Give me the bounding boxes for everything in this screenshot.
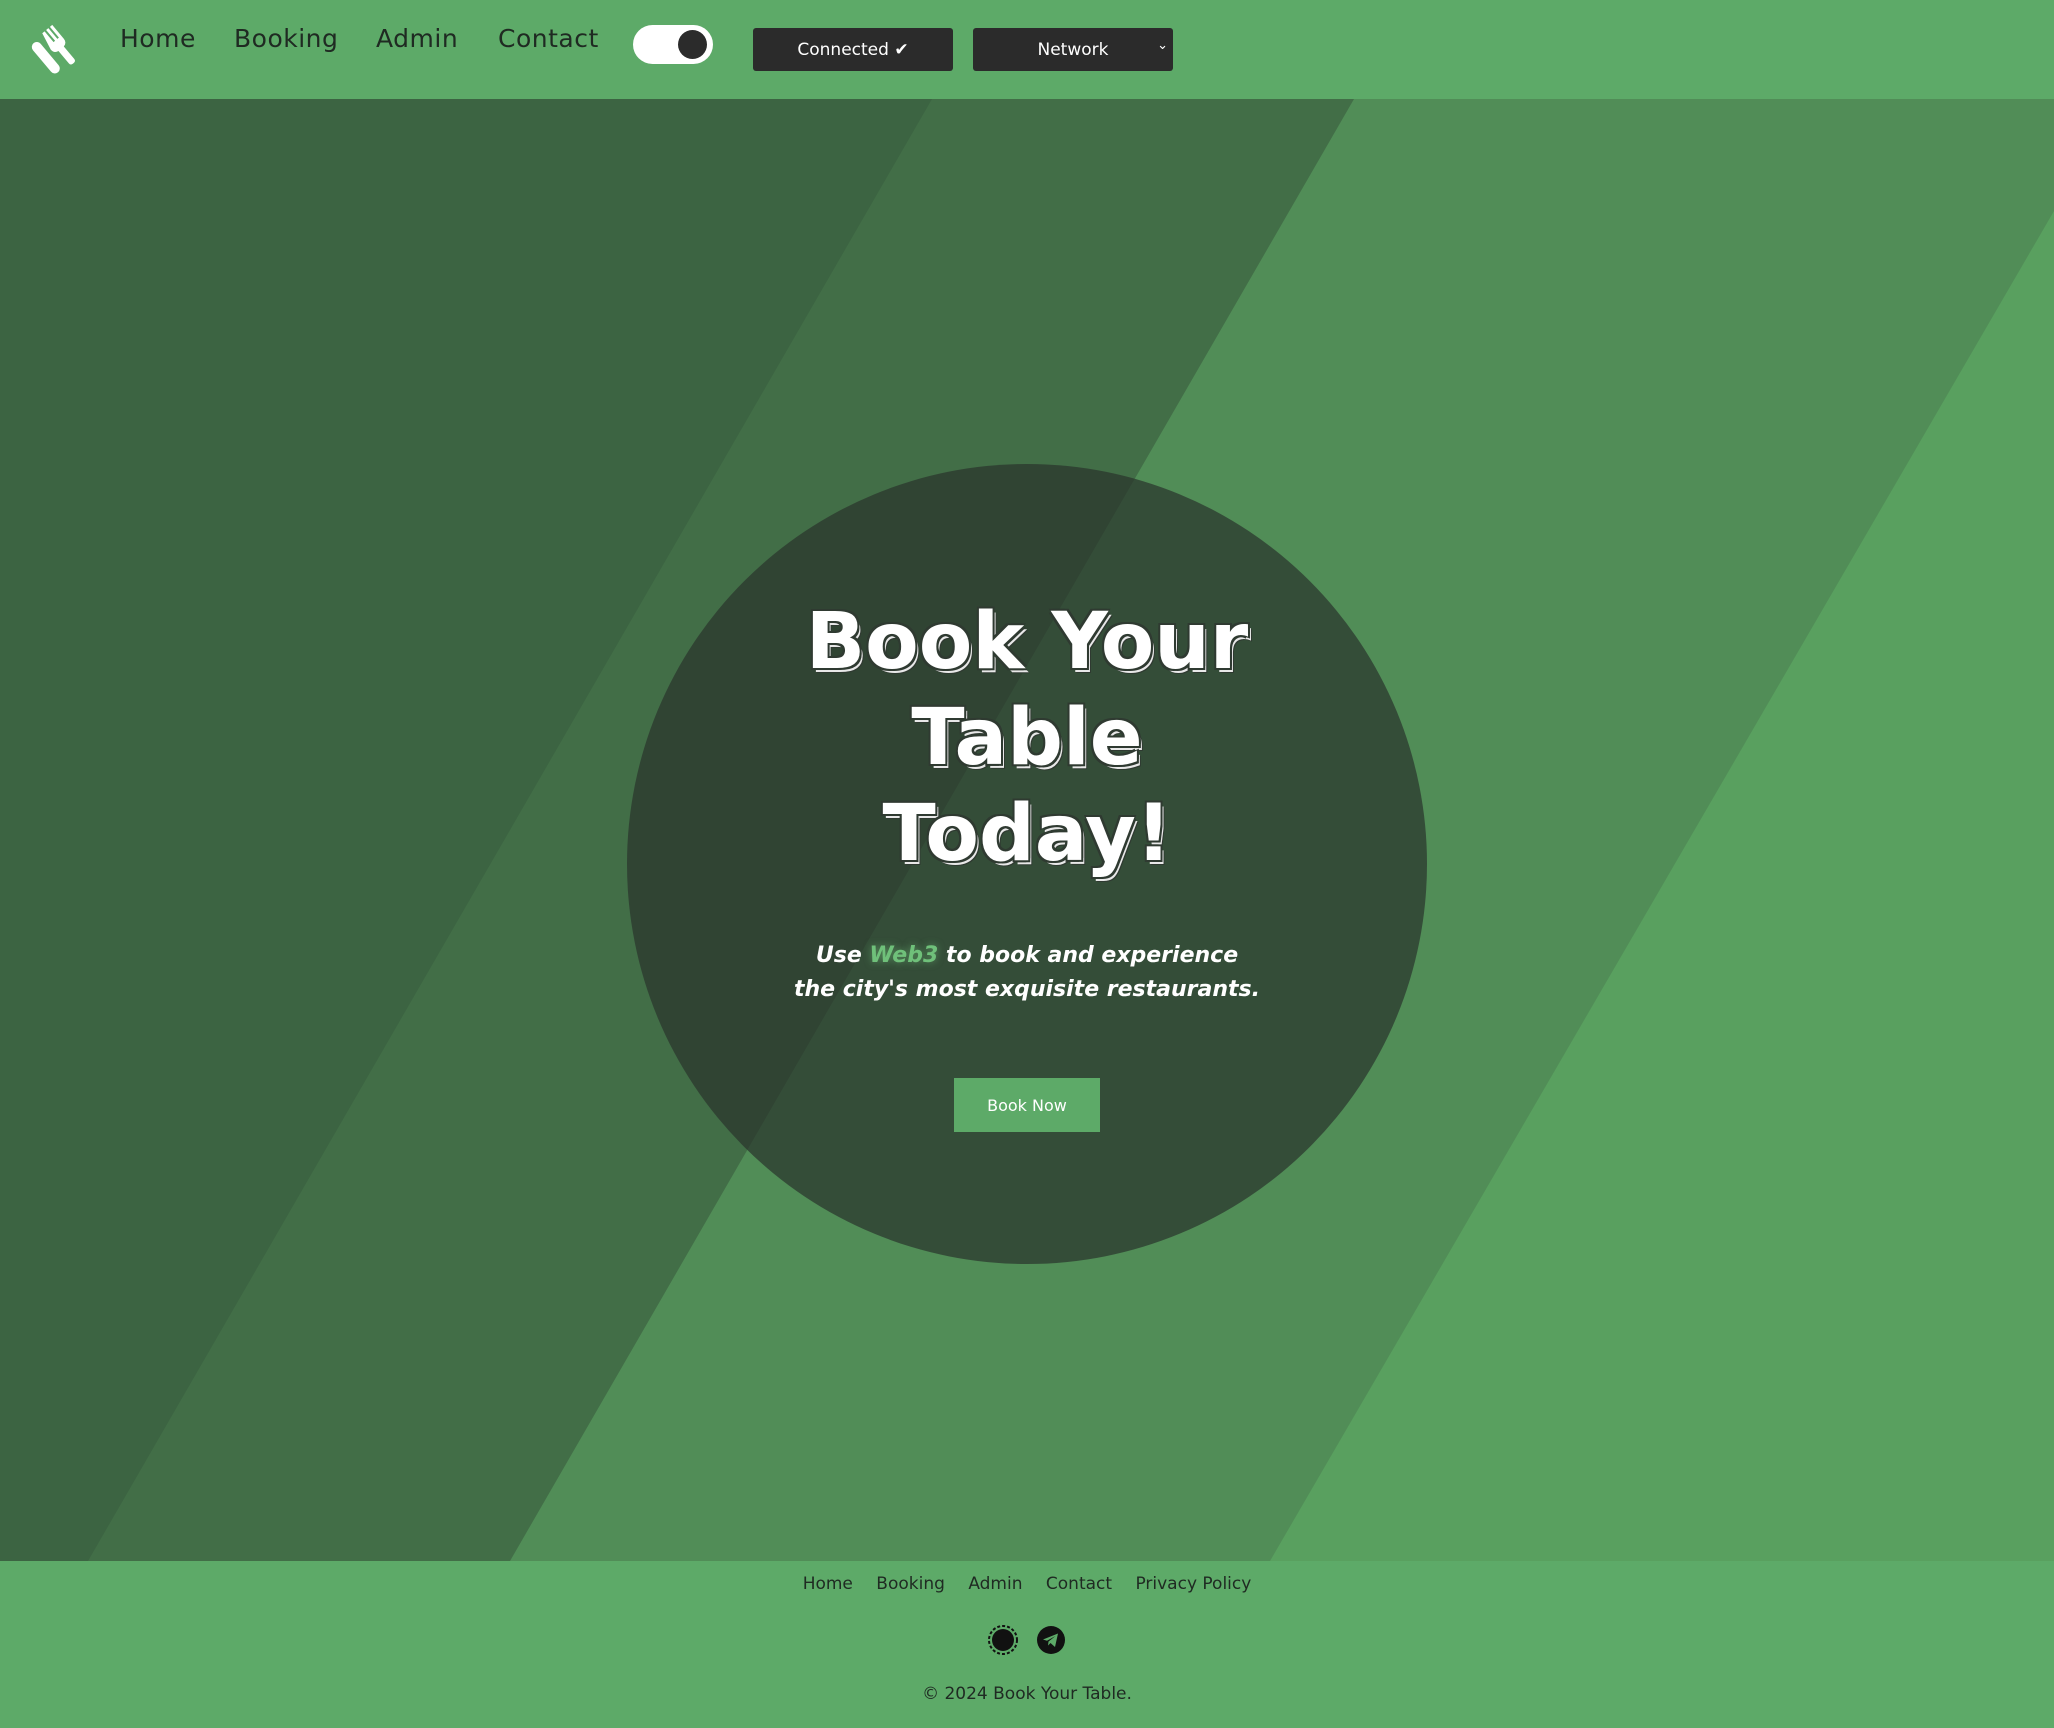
network-select[interactable]: Network ⌄: [973, 28, 1173, 71]
toggle-knob: [678, 30, 707, 59]
hero-section: Book Your Table Today! Use Web3 to book …: [0, 99, 2054, 1561]
hero-title: Book Your Table Today!: [627, 594, 1427, 882]
hero-subtitle: Use Web3 to book and experience the city…: [627, 939, 1427, 1007]
copyright: © 2024 Book Your Table.: [922, 1684, 1132, 1704]
fork-knife-icon[interactable]: [28, 23, 82, 77]
nav-booking[interactable]: Booking: [234, 24, 338, 53]
footer-link-home[interactable]: Home: [803, 1574, 853, 1594]
telegram-icon[interactable]: [1036, 1625, 1066, 1655]
book-now-label: Book Now: [987, 1095, 1067, 1115]
subtitle-rest: to book and experience: [938, 943, 1239, 968]
nav-admin[interactable]: Admin: [376, 24, 458, 53]
book-now-button[interactable]: Book Now: [954, 1078, 1100, 1132]
hero-title-line-2: Table: [911, 693, 1143, 783]
footer: Home Booking Admin Contact Privacy Polic…: [0, 1561, 2054, 1728]
chevron-down-icon: ⌄: [1157, 38, 1168, 53]
connected-label: Connected ✔: [797, 39, 909, 60]
nav-home[interactable]: Home: [120, 24, 196, 53]
footer-link-admin[interactable]: Admin: [968, 1574, 1022, 1594]
footer-link-privacy[interactable]: Privacy Policy: [1135, 1574, 1251, 1594]
theme-toggle[interactable]: [633, 25, 713, 64]
network-label: Network: [1037, 39, 1109, 60]
hero-subtitle-line-1: Use Web3 to book and experience: [627, 939, 1427, 973]
hero-title-line-1: Book Your: [805, 597, 1249, 687]
footer-link-contact[interactable]: Contact: [1046, 1574, 1112, 1594]
footer-links: Home Booking Admin Contact Privacy Polic…: [0, 1574, 2054, 1594]
signal-icon[interactable]: [988, 1625, 1018, 1655]
nav-contact[interactable]: Contact: [498, 24, 599, 53]
hero-subtitle-line-2: the city's most exquisite restaurants.: [793, 977, 1260, 1002]
wallet-connected-button[interactable]: Connected ✔: [753, 28, 953, 71]
web3-accent: Web3: [869, 943, 939, 968]
navbar: Home Booking Admin Contact Connected ✔ N…: [0, 0, 2054, 99]
subtitle-prefix: Use: [815, 943, 870, 968]
hero-title-line-3: Today!: [882, 789, 1172, 879]
footer-link-booking[interactable]: Booking: [876, 1574, 945, 1594]
